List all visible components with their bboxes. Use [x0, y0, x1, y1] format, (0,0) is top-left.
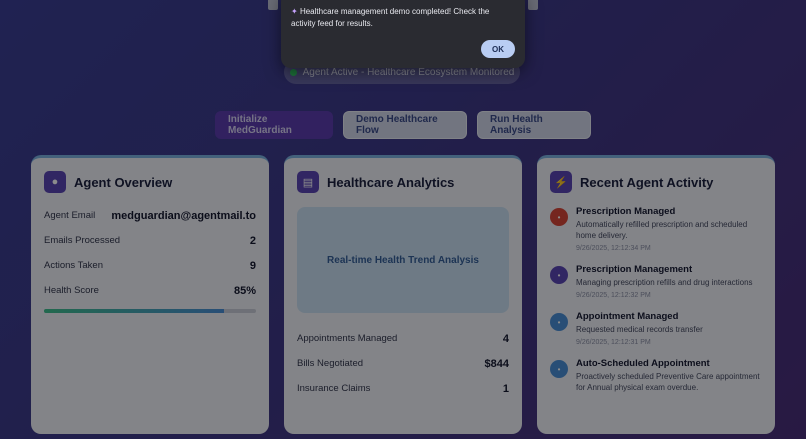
alert-message: ✦ Healthcare management demo completed! …: [291, 7, 490, 28]
sparkle-icon: ✦: [291, 7, 298, 16]
alert-dialog: ✦ Healthcare management demo completed! …: [281, 0, 525, 68]
ok-button[interactable]: OK: [481, 40, 515, 58]
